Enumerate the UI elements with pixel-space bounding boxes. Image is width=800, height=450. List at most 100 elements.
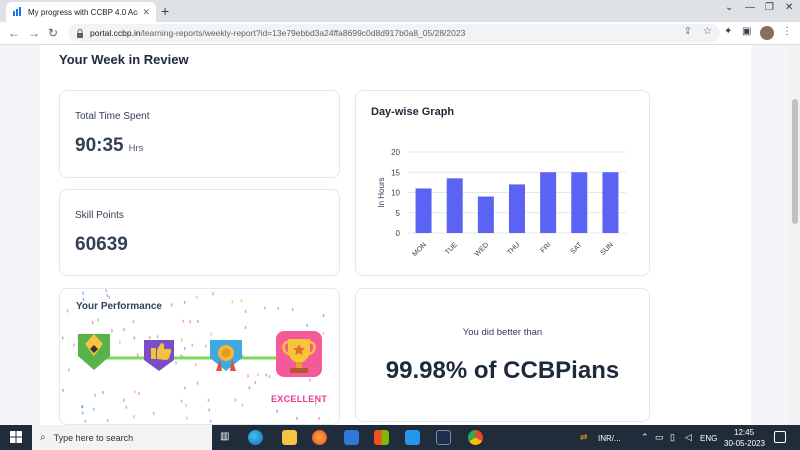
profile-avatar[interactable] — [760, 26, 774, 40]
currency-widget-text[interactable]: INR/... — [598, 434, 621, 443]
performance-title: Your Performance — [76, 301, 162, 312]
clock-time[interactable]: 12:45 — [734, 428, 754, 437]
confetti-piece — [208, 408, 210, 412]
confetti-piece — [257, 373, 259, 377]
confetti-piece — [186, 416, 188, 420]
new-tab-icon[interactable]: + — [161, 3, 169, 19]
confetti-piece — [210, 332, 212, 336]
bar-wed — [477, 196, 494, 233]
bar-sun — [602, 172, 619, 233]
confetti-piece — [244, 326, 247, 330]
lock-icon[interactable] — [76, 28, 84, 38]
notifications-icon[interactable] — [774, 431, 786, 443]
edge-icon[interactable] — [248, 430, 263, 445]
extensions-icon[interactable]: ✦ — [724, 26, 732, 37]
confetti-piece — [184, 347, 186, 350]
total-time-number: 90:35 — [75, 135, 124, 156]
side-panel-icon[interactable]: ▣ — [742, 26, 751, 37]
currency-widget-icon[interactable]: ⇌ — [580, 432, 588, 443]
comparison-value: 99.98% of CCBPians — [385, 357, 620, 384]
app-icon[interactable] — [436, 430, 451, 445]
network-icon[interactable]: ▭ — [655, 432, 664, 443]
confetti-piece — [66, 309, 69, 313]
page-scrollbar[interactable] — [790, 45, 800, 425]
confetti-piece — [133, 415, 135, 419]
battery-icon[interactable]: ▯ — [670, 432, 675, 443]
x-tick-label: SUN — [599, 241, 614, 256]
back-icon[interactable]: ← — [8, 25, 20, 41]
medal-badge-icon — [210, 340, 242, 371]
store-icon[interactable] — [374, 430, 389, 445]
window-close-icon[interactable]: ✕ — [785, 2, 793, 13]
address-bar[interactable]: portal.ccbp.in /learning-reports/weekly-… — [68, 24, 720, 42]
confetti-piece — [189, 320, 191, 324]
confetti-piece — [97, 318, 99, 322]
x-tick-label: FRI — [540, 241, 553, 254]
taskbar-search-box[interactable]: ⌕ Type here to search — [32, 425, 212, 450]
confetti-piece — [119, 340, 121, 344]
confetti-piece — [240, 299, 243, 303]
language-indicator[interactable]: ENG — [700, 434, 717, 443]
reload-icon[interactable]: ↻ — [48, 25, 58, 41]
y-tick-label: 20 — [391, 148, 400, 157]
ccbp-favicon-icon — [13, 7, 21, 16]
confetti-piece — [244, 309, 247, 313]
confetti-piece — [102, 391, 104, 394]
clock-date[interactable]: 30-05-2023 — [724, 439, 765, 448]
confetti-piece — [322, 331, 325, 335]
scrollbar-thumb[interactable] — [792, 99, 798, 224]
file-explorer-icon[interactable] — [282, 430, 297, 445]
confetti-piece — [170, 303, 173, 307]
confetti-piece — [306, 323, 308, 327]
confetti-piece — [264, 306, 266, 310]
docker-icon[interactable] — [405, 430, 420, 445]
confetti-piece — [106, 419, 109, 423]
confetti-piece — [156, 335, 159, 339]
confetti-piece — [296, 416, 298, 420]
windows-taskbar: ⌕ Type here to search ▥ ⇌ INR/... ⌃ ▭ ▯ … — [0, 425, 800, 450]
confetti-piece — [184, 386, 186, 390]
minimize-icon[interactable]: — — [745, 2, 755, 13]
bar-sat — [571, 172, 588, 233]
confetti-piece — [191, 343, 193, 347]
confetti-piece — [149, 336, 151, 340]
chrome-taskbar-icon[interactable] — [468, 430, 483, 445]
x-tick-label: TUE — [444, 241, 459, 256]
task-view-icon[interactable]: ▥ — [220, 431, 229, 442]
day-wise-bar-chart: 0 5 10 15 20 In Hours MON TUE WED THU FRI SAT SUN — [377, 148, 626, 258]
tab-close-icon[interactable]: ✕ — [142, 7, 150, 18]
comparison-text: You did better than — [462, 327, 543, 338]
trophy-badge-icon — [276, 331, 322, 377]
total-time-label: Total Time Spent — [75, 111, 150, 122]
windows-start-icon[interactable] — [10, 431, 22, 443]
confetti-piece — [268, 375, 271, 379]
browser-tab[interactable]: My progress with CCBP 4.0 Acade ✕ — [6, 2, 156, 22]
confetti-piece — [84, 419, 87, 423]
confetti-piece — [212, 292, 214, 296]
show-hidden-icons-icon[interactable]: ⌃ — [641, 432, 649, 443]
confetti-piece — [322, 314, 325, 317]
tab-search-icon[interactable]: ⌄ — [725, 2, 733, 13]
x-tick-label: THU — [506, 241, 521, 256]
confetti-piece — [105, 289, 107, 293]
confetti-piece — [81, 411, 84, 415]
x-tick-label: MON — [411, 241, 428, 258]
bookmark-star-icon[interactable]: ☆ — [703, 26, 712, 37]
confetti-piece — [180, 338, 183, 342]
confetti-piece — [68, 368, 70, 372]
confetti-piece — [93, 407, 95, 411]
forward-icon[interactable]: → — [28, 25, 40, 41]
restore-icon[interactable]: ❐ — [765, 2, 774, 13]
share-icon[interactable]: ⇪ — [684, 26, 692, 37]
confetti-piece — [234, 398, 237, 402]
skill-points-label: Skill Points — [75, 210, 124, 221]
bar-tue — [446, 178, 463, 233]
confetti-piece — [183, 300, 186, 304]
mail-icon[interactable] — [344, 430, 359, 445]
confetti-piece — [276, 409, 278, 413]
confetti-piece — [241, 403, 244, 407]
confetti-piece — [248, 386, 251, 390]
chrome-menu-icon[interactable]: ⋮ — [782, 26, 792, 37]
volume-icon[interactable]: ◁ — [685, 432, 692, 443]
firefox-icon[interactable] — [312, 430, 327, 445]
